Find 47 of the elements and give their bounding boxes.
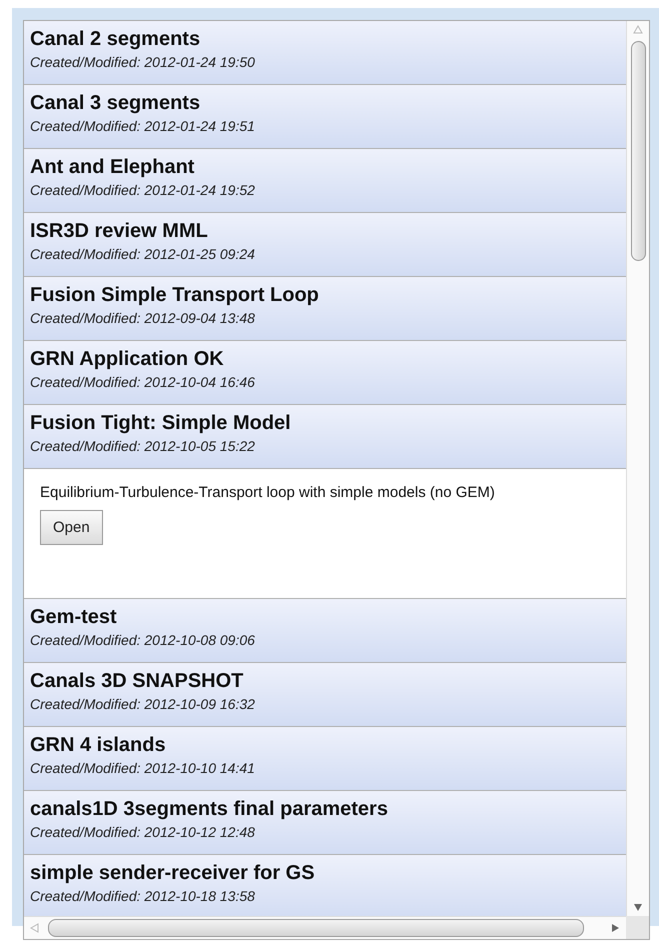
item-date: Created/Modified: 2012-10-04 16:46	[30, 373, 256, 392]
list-item[interactable]: Gem-test Created/Modified: 2012-10-08 09:06	[24, 599, 626, 663]
item-title: Canal 2 segments	[30, 27, 202, 52]
left-arrow-icon[interactable]	[30, 923, 40, 933]
down-arrow-icon[interactable]	[633, 902, 643, 912]
item-date: Created/Modified: 2012-10-08 09:06	[30, 631, 256, 650]
item-date: Created/Modified: 2012-01-25 09:24	[30, 245, 256, 264]
item-title: ISR3D review MML	[30, 219, 209, 244]
list-item[interactable]: canals1D 3segments final parameters Created/Modified: 2012-10-12 12:48	[24, 791, 626, 855]
item-date: Created/Modified: 2012-10-12 12:48	[30, 823, 256, 842]
scroll-thumb[interactable]	[48, 919, 584, 937]
list-item[interactable]: ISR3D review MML Created/Modified: 2012-01-25 09:24	[24, 213, 626, 277]
item-title: simple sender-receiver for GS	[30, 861, 316, 886]
list-item[interactable]: Ant and Elephant Created/Modified: 2012-01-24 19:52	[24, 149, 626, 213]
item-title: canals1D 3segments final parameters	[30, 797, 389, 822]
vertical-scrollbar[interactable]	[626, 21, 649, 916]
list-item[interactable]: Canal 3 segments Created/Modified: 2012-01-24 19:51	[24, 85, 626, 149]
item-title: GRN Application OK	[30, 347, 225, 372]
up-arrow-icon[interactable]	[633, 25, 643, 35]
item-title: Canals 3D SNAPSHOT	[30, 669, 244, 694]
item-date: Created/Modified: 2012-10-05 15:22	[30, 437, 256, 456]
item-date: Created/Modified: 2012-10-10 14:41	[30, 759, 256, 778]
item-date: Created/Modified: 2012-09-04 13:48	[30, 309, 256, 328]
item-date: Created/Modified: 2012-01-24 19:50	[30, 53, 256, 72]
item-title: Gem-test	[30, 605, 118, 630]
list-item[interactable]: GRN Application OK Created/Modified: 2012-10-04 16:46	[24, 341, 626, 405]
right-arrow-icon[interactable]	[610, 923, 620, 933]
list-item[interactable]: Fusion Tight: Simple Model Created/Modified: 2012-10-05 15:22	[24, 405, 626, 469]
item-date: Created/Modified: 2012-01-24 19:52	[30, 181, 256, 200]
list-item[interactable]: Fusion Simple Transport Loop Created/Modified: 2012-09-04 13:48	[24, 277, 626, 341]
list-item[interactable]: simple sender-receiver for GS Created/Modified: 2012-10-18 13:58	[24, 855, 626, 916]
open-button[interactable]: Open	[40, 510, 103, 545]
item-title: Fusion Simple Transport Loop	[30, 283, 320, 308]
item-date: Created/Modified: 2012-10-09 16:32	[30, 695, 256, 714]
item-title: Ant and Elephant	[30, 155, 196, 180]
scroll-thumb[interactable]	[630, 41, 646, 261]
list-item[interactable]: Canal 2 segments Created/Modified: 2012-01-24 19:50	[24, 21, 626, 85]
item-title: GRN 4 islands	[30, 733, 167, 758]
item-date: Created/Modified: 2012-10-18 13:58	[30, 887, 256, 906]
scrollbar-corner	[626, 916, 649, 939]
horizontal-scrollbar[interactable]	[24, 916, 626, 939]
item-description: Equilibrium-Turbulence-Transport loop with simple models (no GEM)	[40, 483, 496, 503]
list-item[interactable]: GRN 4 islands Created/Modified: 2012-10-10 14:41	[24, 727, 626, 791]
list-item[interactable]: Canals 3D SNAPSHOT Created/Modified: 2012-10-09 16:32	[24, 663, 626, 727]
item-date: Created/Modified: 2012-01-24 19:51	[30, 117, 256, 136]
item-title: Canal 3 segments	[30, 91, 202, 116]
item-title: Fusion Tight: Simple Model	[30, 411, 292, 436]
